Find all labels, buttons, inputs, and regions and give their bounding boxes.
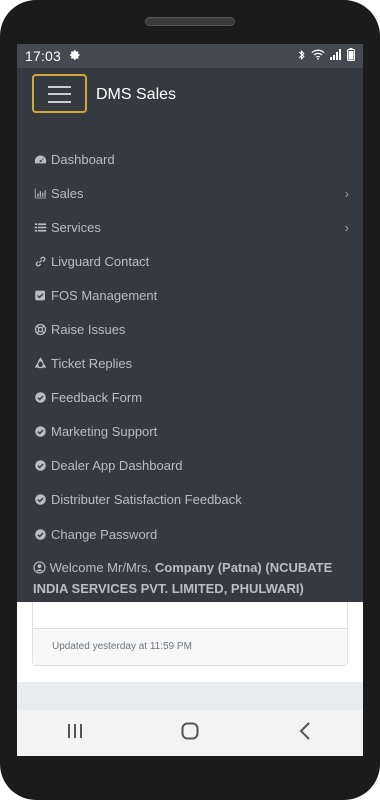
speaker-grille	[145, 17, 235, 26]
bar-chart-icon	[33, 186, 47, 200]
hamburger-icon-line	[48, 101, 71, 103]
user-circle-icon	[33, 560, 46, 579]
sidebar-item-label: Raise Issues	[51, 322, 126, 338]
check-circle-icon	[33, 425, 47, 439]
sidebar-item-label: Dealer App Dashboard	[51, 458, 183, 474]
back-button[interactable]	[275, 710, 335, 756]
sidebar-item-dealer-app-dashboard[interactable]: Dealer App Dashboard	[17, 449, 363, 483]
sidebar-item-label: Distributer Satisfaction Feedback	[51, 492, 242, 508]
screen: 17:03 DMS Sales Dashboard Sales › Servic…	[17, 44, 363, 756]
hamburger-icon-line	[48, 86, 71, 88]
home-button[interactable]	[160, 710, 220, 756]
sidebar-item-label: Dashboard	[51, 151, 115, 167]
home-icon	[181, 722, 199, 745]
wifi-icon	[311, 49, 325, 63]
sidebar-menu: Dashboard Sales › Services › Livguard Co…	[17, 142, 363, 551]
sidebar-item-label: Livguard Contact	[51, 253, 150, 269]
card-body	[33, 602, 347, 628]
sidebar-item-label: Ticket Replies	[51, 356, 133, 372]
battery-icon	[347, 48, 355, 64]
recycle-icon	[33, 357, 47, 371]
gear-icon	[69, 49, 81, 64]
card-footer: Updated yesterday at 11:59 PM	[33, 628, 347, 665]
sidebar-item-label: Feedback Form	[51, 390, 143, 406]
check-square-icon	[33, 288, 47, 302]
phone-frame: 17:03 DMS Sales Dashboard Sales › Servic…	[0, 0, 380, 800]
signal-icon	[330, 49, 342, 63]
back-icon	[299, 721, 311, 745]
sidebar-item-raise-issues[interactable]: Raise Issues	[17, 312, 363, 346]
sidebar-item-feedback-form[interactable]: Feedback Form	[17, 381, 363, 415]
sidebar-item-livguard-contact[interactable]: Livguard Contact	[17, 244, 363, 278]
status-bar: 17:03	[17, 44, 363, 68]
check-circle-icon	[33, 527, 47, 541]
sidebar-item-distributer-satisfaction-feedback[interactable]: Distributer Satisfaction Feedback	[17, 483, 363, 517]
recents-icon	[66, 723, 84, 744]
sidebar-item-label: Marketing Support	[51, 424, 158, 440]
chevron-right-icon: ›	[344, 186, 349, 202]
android-nav-bar	[17, 710, 363, 756]
dashboard-icon	[33, 152, 47, 166]
nav-drawer: DMS Sales Dashboard Sales › Services › L…	[17, 68, 363, 602]
hamburger-icon-line	[48, 93, 71, 95]
life-ring-icon	[33, 323, 47, 337]
list-icon	[33, 220, 47, 234]
sidebar-item-dashboard[interactable]: Dashboard	[17, 142, 363, 176]
main-content: Updated yesterday at 11:59 PM	[17, 602, 363, 682]
sidebar-item-services[interactable]: Services ›	[17, 210, 363, 244]
hamburger-menu-button[interactable]	[32, 74, 87, 113]
recents-button[interactable]	[45, 710, 105, 756]
welcome-prefix: Welcome Mr/Mrs.	[49, 560, 152, 575]
sidebar-item-label: Change Password	[51, 526, 158, 542]
check-circle-icon	[33, 459, 47, 473]
dashboard-card: Updated yesterday at 11:59 PM	[32, 602, 348, 666]
page-footer-band	[17, 682, 363, 710]
sidebar-item-ticket-replies[interactable]: Ticket Replies	[17, 347, 363, 381]
sidebar-item-marketing-support[interactable]: Marketing Support	[17, 415, 363, 449]
brand-title[interactable]: DMS Sales	[96, 86, 176, 104]
sidebar-item-label: Sales	[51, 185, 84, 201]
check-circle-icon	[33, 493, 47, 507]
bluetooth-icon	[297, 49, 306, 64]
welcome-text: Welcome Mr/Mrs. Company (Patna) (NCUBATE…	[33, 558, 353, 598]
sidebar-item-sales[interactable]: Sales ›	[17, 176, 363, 210]
status-time: 17:03	[25, 48, 62, 64]
status-icons	[297, 48, 355, 64]
chevron-right-icon: ›	[344, 220, 349, 236]
link-icon	[33, 254, 47, 268]
sidebar-item-change-password[interactable]: Change Password	[17, 517, 363, 551]
sidebar-item-fos-management[interactable]: FOS Management	[17, 278, 363, 312]
sidebar-item-label: FOS Management	[51, 287, 158, 303]
check-circle-icon	[33, 391, 47, 405]
sidebar-item-label: Services	[51, 219, 101, 235]
